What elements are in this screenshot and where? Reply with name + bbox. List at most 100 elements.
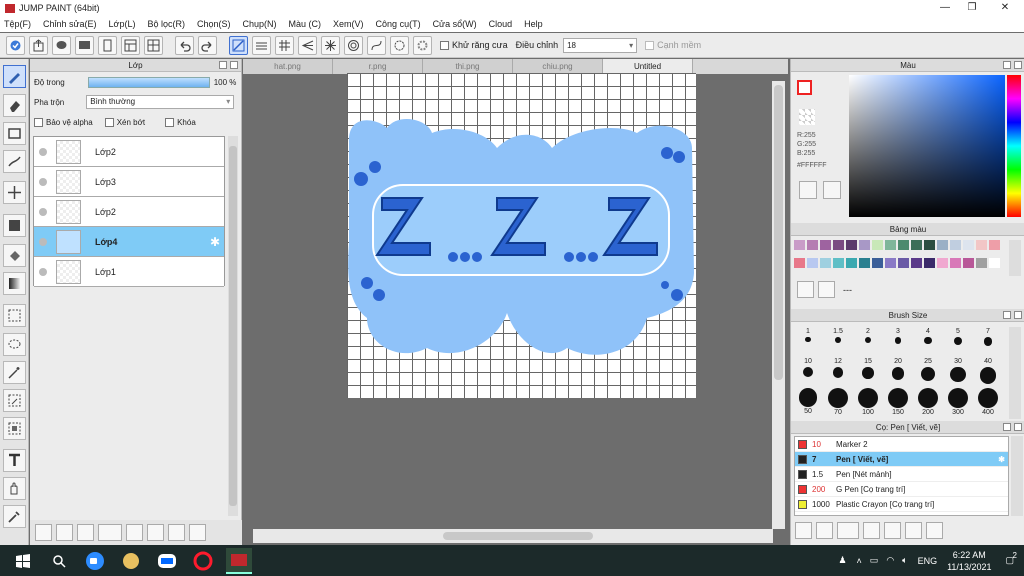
saturation-value-picker[interactable]	[849, 75, 1005, 217]
tab-thi[interactable]: thi.png	[423, 59, 513, 74]
minimize-button[interactable]: —	[930, 0, 960, 16]
color-swatch[interactable]	[807, 258, 818, 268]
brush-size-option[interactable]: 10	[793, 357, 823, 387]
opera-browser-icon[interactable]	[190, 548, 216, 574]
brush-size-option[interactable]: 4	[913, 327, 943, 357]
move-tool-icon[interactable]	[3, 181, 26, 204]
color-swatch[interactable]	[911, 258, 922, 268]
maximize-button[interactable]: ❐	[957, 0, 987, 16]
brush-size-option[interactable]: 2	[853, 327, 883, 357]
float-panel-icon[interactable]	[219, 61, 227, 69]
menu-edit[interactable]: Chỉnh sửa(E)	[43, 19, 97, 29]
brush-row[interactable]: 7 Pen [ Viết, vẽ] ✱	[795, 452, 1008, 467]
crosshatch-icon[interactable]	[275, 35, 294, 55]
color-swatch[interactable]	[898, 258, 909, 268]
radial-lines-icon[interactable]	[321, 35, 340, 55]
visibility-eye-icon[interactable]	[39, 267, 47, 276]
float-panel-icon[interactable]	[1003, 311, 1011, 319]
tab-hat[interactable]: hat.png	[243, 59, 333, 74]
brush-size-option[interactable]: 50	[793, 387, 823, 417]
hue-slider[interactable]	[1007, 75, 1021, 217]
menu-layer[interactable]: Lớp(L)	[109, 19, 136, 29]
color-swatch[interactable]	[846, 258, 857, 268]
new-raster-layer-icon[interactable]	[56, 524, 73, 541]
brush-size-option[interactable]: 7	[973, 327, 1003, 357]
redo-icon[interactable]	[198, 35, 217, 55]
brush-settings-gear-icon[interactable]: ✱	[998, 455, 1005, 464]
color-swatch[interactable]	[820, 240, 831, 250]
close-panel-icon[interactable]	[1014, 311, 1022, 319]
hand-tool-icon[interactable]	[3, 477, 26, 500]
select-eraser-tool-icon[interactable]	[3, 417, 26, 440]
battery-icon[interactable]: ▭	[870, 555, 879, 566]
color-swatch[interactable]	[976, 240, 987, 250]
layer-row[interactable]: Lớp3	[34, 167, 224, 197]
paint-app-icon[interactable]	[118, 548, 144, 574]
brush-size-scrollbar[interactable]	[1009, 327, 1021, 419]
zoom-app-icon[interactable]	[82, 548, 108, 574]
eraser-tool-icon[interactable]	[3, 94, 26, 117]
brush-size-option[interactable]: 1	[793, 327, 823, 357]
tab-chiu[interactable]: chiu.png	[513, 59, 603, 74]
foreground-color-swatch[interactable]	[797, 80, 812, 95]
select-rect-tool-icon[interactable]	[3, 304, 26, 327]
visibility-eye-icon[interactable]	[39, 237, 47, 246]
search-icon[interactable]	[46, 548, 72, 574]
wifi-icon[interactable]: ◠	[886, 555, 894, 566]
gradient-tool-icon[interactable]	[3, 272, 26, 295]
brush-row[interactable]: 20Pencil [Sketch]	[795, 512, 1008, 515]
select-pen-tool-icon[interactable]	[3, 389, 26, 412]
visibility-eye-icon[interactable]	[39, 147, 47, 156]
color-swatch[interactable]	[885, 240, 896, 250]
close-panel-icon[interactable]	[230, 61, 238, 69]
color-swatch[interactable]	[859, 240, 870, 250]
color-swatch[interactable]	[924, 240, 935, 250]
soft-edge-checkbox[interactable]	[645, 41, 655, 51]
brush-size-option[interactable]: 400	[973, 387, 1003, 417]
color-swatch[interactable]	[794, 240, 805, 250]
brush-folder-icon[interactable]	[884, 522, 901, 539]
tab-r[interactable]: r.png	[333, 59, 423, 74]
grid-check-icon[interactable]	[144, 35, 163, 55]
color-swatch[interactable]	[807, 240, 818, 250]
new-brush-icon[interactable]	[816, 522, 833, 539]
opacity-slider[interactable]	[87, 76, 210, 88]
color-swatch[interactable]	[937, 240, 948, 250]
lasso-tool-icon[interactable]	[3, 333, 26, 356]
menu-tools[interactable]: Công cụ(T)	[376, 19, 421, 29]
canvas-horizontal-scrollbar[interactable]	[253, 529, 773, 543]
line-tool-icon[interactable]	[3, 150, 26, 173]
speech-bubble-icon[interactable]	[52, 35, 71, 55]
concentric-icon[interactable]	[344, 35, 363, 55]
new-layer-icon[interactable]	[35, 524, 52, 541]
blend-mode-select[interactable]: Bình thường ▾	[86, 95, 235, 109]
menu-help[interactable]: Help	[524, 19, 543, 29]
canvas-vertical-scrollbar[interactable]	[772, 81, 785, 529]
brush-size-option[interactable]: 40	[973, 357, 1003, 387]
protect-alpha-checkbox[interactable]	[34, 117, 43, 127]
menu-capture[interactable]: Chụp(N)	[243, 19, 277, 29]
color-swatch[interactable]	[976, 258, 987, 268]
curve-icon[interactable]	[367, 35, 386, 55]
comment-icon[interactable]	[75, 35, 94, 55]
layer-row[interactable]: Lớp2	[34, 197, 224, 227]
brush-size-option[interactable]: 15	[853, 357, 883, 387]
folder-icon[interactable]	[126, 524, 143, 541]
color-swatch[interactable]	[833, 258, 844, 268]
brush-size-option[interactable]: 300	[943, 387, 973, 417]
transparent-color-icon[interactable]	[799, 109, 815, 125]
jump-paint-app-icon[interactable]	[226, 547, 252, 574]
drawing-canvas[interactable]	[347, 73, 696, 398]
color-swatch[interactable]	[820, 258, 831, 268]
palette-icon[interactable]	[799, 181, 817, 199]
menu-color[interactable]: Màu (C)	[289, 19, 322, 29]
zalo-app-icon[interactable]	[154, 548, 180, 574]
tab-untitled[interactable]: Untitled	[603, 59, 693, 74]
adjust-select[interactable]: 18 ▾	[563, 37, 638, 53]
page-icon[interactable]	[98, 35, 117, 55]
color-swatch[interactable]	[846, 240, 857, 250]
color-swatch[interactable]	[911, 240, 922, 250]
color-swatch[interactable]	[872, 240, 883, 250]
brush-size-option[interactable]: 25	[913, 357, 943, 387]
text-tool-icon[interactable]	[3, 449, 26, 472]
